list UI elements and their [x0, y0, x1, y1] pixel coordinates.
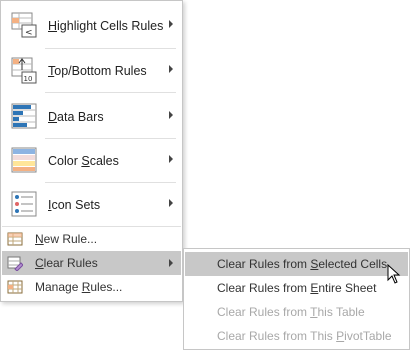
- mouse-pointer-icon: [387, 264, 401, 284]
- submenu-item-label: Clear Rules from Selected Cells: [217, 257, 388, 271]
- menu-item-new-rule[interactable]: New Rule...: [2, 227, 181, 251]
- menu-item-highlight-cells-rules[interactable]: < Highlight Cells Rules: [2, 4, 181, 48]
- color-scales-icon: [11, 147, 37, 173]
- submenu-item-clear-this-table: Clear Rules from This Table: [185, 300, 408, 324]
- menu-item-color-scales[interactable]: Color Scales: [2, 139, 181, 183]
- submenu-item-clear-this-pivottable: Clear Rules from This PivotTable: [185, 324, 408, 348]
- menu-item-data-bars[interactable]: Data Bars: [2, 95, 181, 139]
- chevron-right-icon: [169, 65, 173, 73]
- menu-item-icon-sets[interactable]: Icon Sets: [2, 183, 181, 227]
- menu-item-label: Icon Sets: [48, 198, 101, 212]
- menu-item-label: New Rule...: [35, 232, 98, 246]
- menu-item-label: Top/Bottom Rules: [48, 64, 147, 78]
- menu-item-manage-rules[interactable]: Manage Rules...: [2, 275, 181, 299]
- chevron-right-icon: [169, 199, 173, 207]
- submenu-item-label: Clear Rules from Entire Sheet: [217, 281, 377, 295]
- menu-item-label: Color Scales: [48, 154, 119, 168]
- menu-item-label: Data Bars: [48, 110, 104, 124]
- clear-rules-submenu: Clear Rules from Selected Cells Clear Ru…: [183, 248, 410, 350]
- menu-item-label: Highlight Cells Rules: [48, 19, 164, 33]
- manage-rules-icon: [7, 280, 23, 294]
- svg-text:<: <: [25, 28, 33, 38]
- separator: [45, 92, 176, 93]
- submenu-item-clear-selected-cells[interactable]: Clear Rules from Selected Cells: [185, 252, 408, 276]
- chevron-right-icon: [169, 111, 173, 119]
- icon-sets-icon: [11, 191, 37, 217]
- conditional-formatting-menu: < Highlight Cells Rules 10 Top/Bottom Ru…: [0, 0, 183, 302]
- chevron-right-icon: [169, 259, 173, 267]
- highlight-cells-rules-icon: <: [11, 12, 37, 38]
- data-bars-icon: [11, 103, 37, 129]
- menu-item-label: Clear Rules: [35, 256, 98, 270]
- chevron-right-icon: [169, 155, 173, 163]
- new-rule-icon: [7, 232, 23, 246]
- clear-rules-icon: [7, 256, 23, 271]
- menu-item-label: Manage Rules...: [35, 280, 123, 294]
- top-bottom-rules-icon: 10: [11, 57, 37, 84]
- menu-item-top-bottom-rules[interactable]: 10 Top/Bottom Rules: [2, 49, 181, 93]
- submenu-item-clear-entire-sheet[interactable]: Clear Rules from Entire Sheet: [185, 276, 408, 300]
- chevron-right-icon: [169, 20, 173, 28]
- menu-item-clear-rules[interactable]: Clear Rules: [2, 251, 181, 275]
- submenu-item-label: Clear Rules from This Table: [217, 305, 365, 319]
- submenu-item-label: Clear Rules from This PivotTable: [217, 329, 392, 343]
- svg-text:10: 10: [24, 75, 33, 83]
